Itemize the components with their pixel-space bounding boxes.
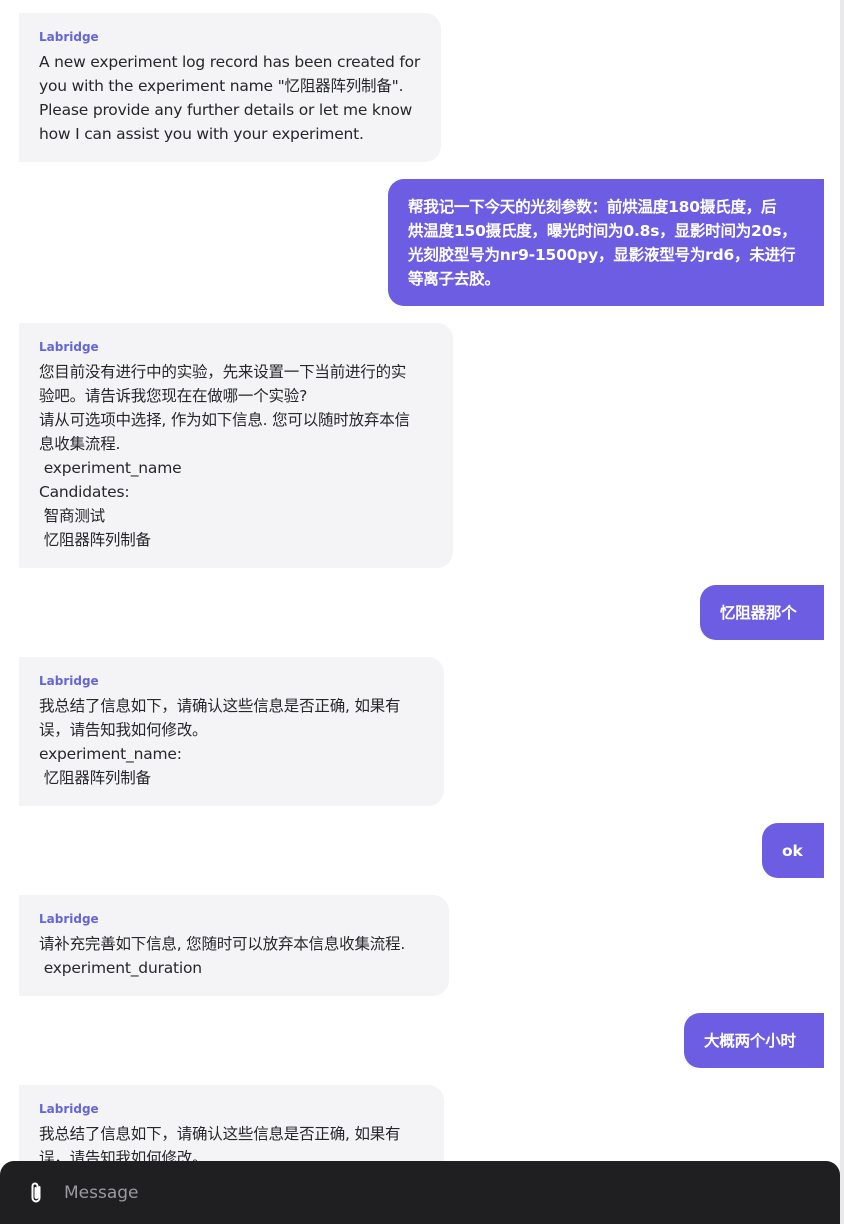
- scrollbar[interactable]: [840, 0, 844, 1224]
- message-input[interactable]: [62, 1181, 840, 1204]
- sender-name: Labridge: [39, 912, 99, 926]
- sender-name: Labridge: [39, 30, 99, 44]
- bot-message: Labridge 请补充完善如下信息, 您随时可以放弃本信息收集流程. expe…: [19, 895, 449, 996]
- bot-message: Labridge 您目前没有进行中的实验，先来设置一下当前进行的实 验吧。请告诉…: [19, 323, 453, 568]
- bot-message: Labridge A new experiment log record has…: [19, 13, 441, 162]
- user-message: 忆阻器那个: [700, 585, 824, 640]
- message-text: A new experiment log record has been cre…: [39, 53, 421, 143]
- sender-name: Labridge: [39, 674, 99, 688]
- paperclip-icon: [31, 1182, 41, 1202]
- message-text: 我总结了信息如下，请确认这些信息是否正确, 如果有 误，请告知我如何修改。 ex…: [39, 697, 401, 787]
- user-message: ok: [762, 823, 824, 878]
- bot-message: Labridge 我总结了信息如下，请确认这些信息是否正确, 如果有 误，请告知…: [19, 657, 444, 806]
- user-message: 帮我记一下今天的光刻参数：前烘温度180摄氏度，后 烘温度150摄氏度，曝光时间…: [388, 179, 824, 306]
- attach-button[interactable]: [24, 1179, 48, 1207]
- sender-name: Labridge: [39, 1102, 99, 1116]
- message-composer: [0, 1161, 840, 1224]
- message-text: 您目前没有进行中的实验，先来设置一下当前进行的实 验吧。请告诉我您现在在做哪一个…: [39, 363, 410, 549]
- message-text: 请补充完善如下信息, 您随时可以放弃本信息收集流程. experiment_du…: [39, 935, 406, 977]
- user-message: 大概两个小时: [684, 1013, 824, 1068]
- sender-name: Labridge: [39, 340, 99, 354]
